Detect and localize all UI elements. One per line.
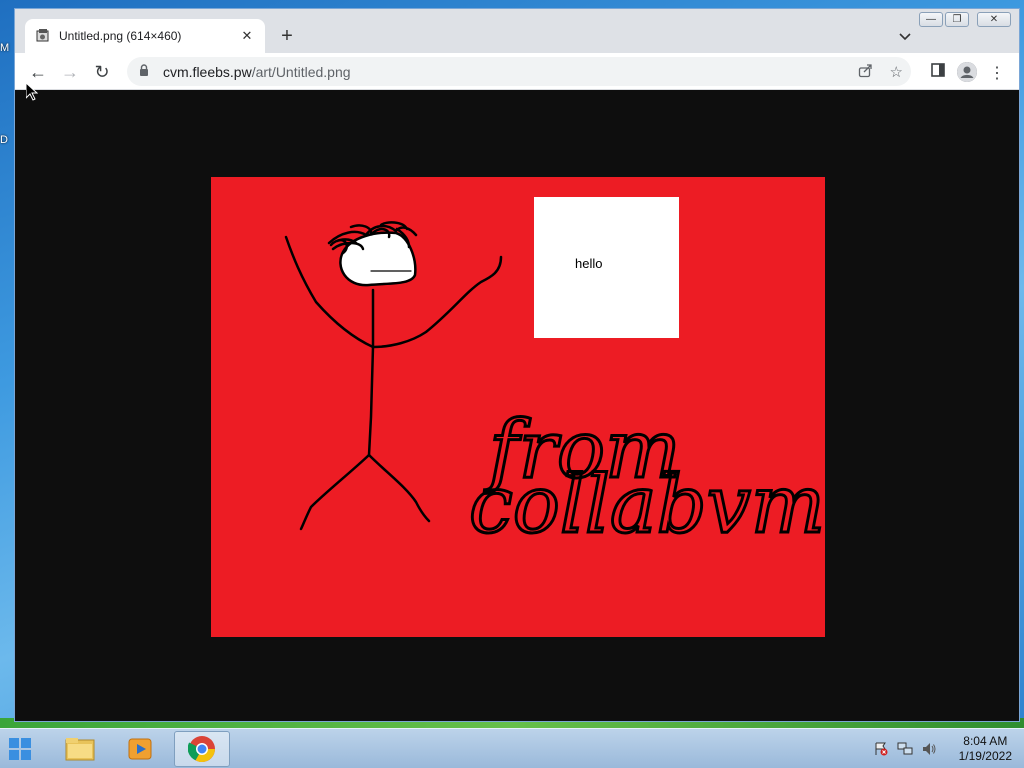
side-panel-icon[interactable] — [931, 63, 945, 82]
chevron-down-icon — [899, 33, 911, 41]
clock-time: 8:04 AM — [963, 734, 1008, 748]
url-path: /art/Untitled.png — [251, 63, 351, 80]
reload-button[interactable]: ↻ — [91, 61, 113, 83]
profile-avatar-icon[interactable] — [957, 62, 977, 82]
desktop-icon-label-fragment: M — [0, 42, 10, 54]
action-center-flag-icon[interactable] — [873, 741, 889, 757]
tab-strip: Untitled.png (614×460) ✕ + — ❐ ✕ — [15, 9, 1019, 53]
volume-icon[interactable] — [921, 741, 937, 757]
image-file-icon — [35, 28, 51, 44]
back-button[interactable]: ← — [27, 61, 49, 83]
close-icon[interactable]: ✕ — [239, 28, 255, 44]
taskbar-chrome[interactable] — [174, 731, 230, 767]
address-bar[interactable]: cvm.fleebs.pw/art/Untitled.png ☆ — [127, 57, 911, 86]
image-viewport: hello from collabvm — [15, 90, 1019, 721]
menu-kebab-icon[interactable]: ⋮ — [989, 63, 1005, 83]
drawing-image: hello from collabvm — [211, 177, 825, 637]
taskbar-media-player[interactable] — [112, 731, 168, 767]
share-icon[interactable] — [858, 63, 873, 82]
window-controls: — ❐ ✕ — [919, 12, 1011, 27]
media-player-icon — [128, 738, 152, 760]
windows-logo-icon — [9, 738, 31, 760]
start-button[interactable] — [4, 733, 36, 765]
lock-icon[interactable] — [139, 64, 153, 79]
windows-taskbar: 8:04 AM 1/19/2022 — [0, 728, 1024, 768]
tab-untitled-png[interactable]: Untitled.png (614×460) ✕ — [25, 19, 265, 53]
network-icon[interactable] — [897, 741, 913, 757]
restore-button[interactable]: ❐ — [945, 12, 969, 27]
browser-window: Untitled.png (614×460) ✕ + — ❐ ✕ ← → ↻ c… — [14, 8, 1020, 722]
tab-search-button[interactable] — [899, 28, 911, 44]
hello-note — [534, 197, 679, 338]
clock-date: 1/19/2022 — [958, 749, 1012, 763]
minimize-button[interactable]: — — [919, 12, 943, 27]
new-tab-button[interactable]: + — [277, 26, 297, 46]
chrome-icon — [188, 736, 215, 762]
forward-button[interactable]: → — [59, 61, 81, 83]
note-text: hello — [575, 256, 602, 271]
url-host: cvm.fleebs.pw — [163, 63, 252, 80]
handwriting-collabvm: collabvm — [469, 458, 825, 551]
taskbar-file-explorer[interactable] — [52, 731, 108, 767]
url-text[interactable]: cvm.fleebs.pw/art/Untitled.png — [163, 64, 351, 80]
bookmark-star-icon[interactable]: ☆ — [890, 63, 903, 81]
browser-toolbar: ← → ↻ cvm.fleebs.pw/art/Untitled.png ☆ ⋮ — [15, 53, 1019, 90]
window-close-button[interactable]: ✕ — [977, 12, 1011, 27]
desktop-icon-label-fragment: D — [0, 134, 8, 146]
folder-icon — [65, 738, 95, 761]
taskbar-clock[interactable]: 8:04 AM 1/19/2022 — [959, 734, 1012, 764]
tab-title: Untitled.png (614×460) — [59, 29, 182, 43]
system-tray: 8:04 AM 1/19/2022 — [873, 733, 1012, 765]
